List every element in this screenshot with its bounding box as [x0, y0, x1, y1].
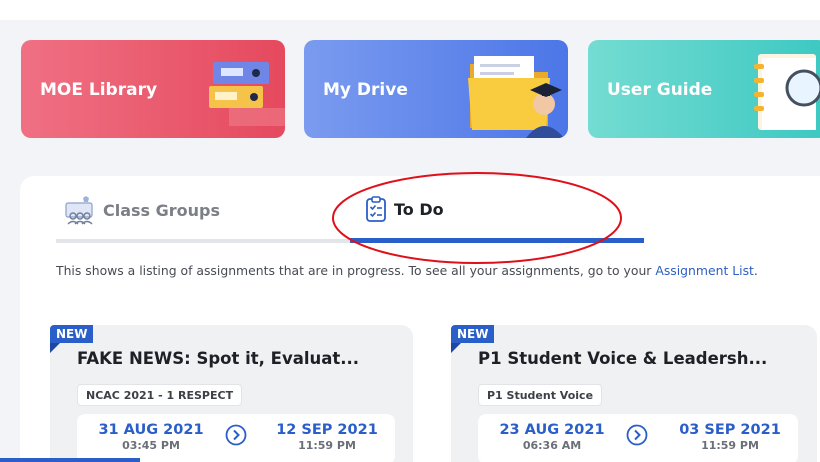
assignment-title: FAKE NEWS: Spot it, Evaluat...	[77, 349, 360, 368]
notebook-magnifier-icon	[754, 54, 820, 130]
date-range: 31 AUG 2021 03:45 PM 12 SEP 2021 11:59 P…	[77, 414, 395, 462]
tab-class-groups[interactable]: Class Groups	[63, 195, 220, 225]
class-tag: NCAC 2021 - 1 RESPECT	[77, 384, 243, 406]
binders-icon	[209, 62, 285, 126]
moe-library-tile[interactable]: MOE Library	[21, 40, 285, 138]
tab-underline	[56, 239, 350, 243]
end-date: 12 SEP 2021 11:59 PM	[267, 422, 387, 452]
end-date: 03 SEP 2021 11:59 PM	[670, 422, 790, 452]
end-date-day: 12 SEP 2021	[276, 422, 378, 438]
annotation-ellipse	[332, 172, 622, 264]
moe-library-label: MOE Library	[40, 80, 158, 100]
info-period: .	[753, 263, 758, 278]
folder-graduate-icon	[468, 56, 564, 138]
class-tag: P1 Student Voice	[478, 384, 603, 406]
assignment-card[interactable]: NEW FAKE NEWS: Spot it, Evaluat... NCAC …	[50, 325, 413, 462]
assignment-card[interactable]: NEW P1 Student Voice & Leadersh... P1 St…	[451, 325, 817, 462]
assignment-title: P1 Student Voice & Leadersh...	[478, 349, 768, 368]
info-message: This shows a listing of assignments that…	[56, 263, 656, 278]
start-date-time: 06:36 AM	[522, 439, 582, 452]
tab-class-groups-label: Class Groups	[103, 200, 221, 220]
date-range: 23 AUG 2021 06:36 AM 03 SEP 2021 11:59 P…	[478, 414, 798, 462]
user-guide-label: User Guide	[607, 80, 713, 100]
start-date-time: 03:45 PM	[122, 439, 180, 452]
info-text: This shows a listing of assignments that…	[56, 262, 816, 280]
top-strip	[0, 0, 820, 20]
new-badge-tail	[451, 343, 461, 353]
start-date: 23 AUG 2021 06:36 AM	[492, 422, 612, 452]
assignment-list-link[interactable]: Assignment List	[655, 263, 754, 278]
arrow-right-icon	[626, 424, 648, 446]
new-badge: NEW	[50, 325, 94, 343]
my-drive-tile[interactable]: My Drive	[304, 40, 568, 138]
end-date-time: 11:59 PM	[701, 439, 759, 452]
new-badge-tail	[50, 343, 60, 353]
my-drive-label: My Drive	[323, 80, 408, 100]
start-date: 31 AUG 2021 03:45 PM	[91, 422, 211, 452]
user-guide-tile[interactable]: User Guide	[588, 40, 820, 138]
start-date-day: 31 AUG 2021	[98, 422, 204, 438]
arrow-right-icon	[225, 424, 247, 446]
class-groups-icon	[65, 196, 93, 225]
scroll-indicator	[0, 458, 140, 462]
end-date-time: 11:59 PM	[298, 439, 356, 452]
new-badge: NEW	[451, 325, 495, 343]
start-date-day: 23 AUG 2021	[499, 422, 605, 438]
end-date-day: 03 SEP 2021	[679, 422, 781, 438]
